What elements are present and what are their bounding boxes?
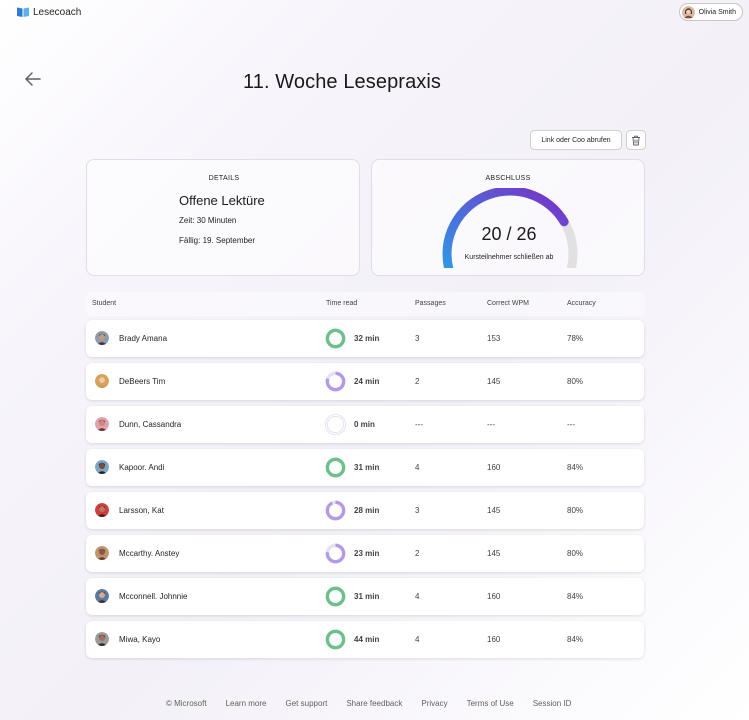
completion-caption: Kursteilnehmer schließen ab xyxy=(464,254,554,261)
time-progress-ring xyxy=(325,371,346,392)
accuracy-value: 80% xyxy=(567,506,584,515)
table-row[interactable]: Brady Amana 32 min 3 153 78% xyxy=(86,320,644,357)
time-progress-ring xyxy=(325,543,346,564)
student-avatar xyxy=(95,546,109,560)
accuracy-value: 78% xyxy=(567,334,584,343)
table-row[interactable]: Mccarthy. Anstey 23 min 2 145 80% xyxy=(86,535,644,572)
time-progress-ring xyxy=(324,413,347,436)
student-avatar xyxy=(95,503,109,517)
time-progress-ring xyxy=(325,500,346,521)
back-arrow-icon[interactable] xyxy=(24,70,42,88)
footer-link-terms[interactable]: Terms of Use xyxy=(467,699,514,708)
app-name: Lesecoach xyxy=(33,7,82,18)
passages-value: --- xyxy=(415,420,423,429)
correct-wpm-value: 160 xyxy=(487,463,501,472)
col-accuracy[interactable]: Accuracy xyxy=(567,300,596,307)
passages-value: 4 xyxy=(415,592,420,601)
table-row[interactable]: Larsson, Kat 28 min 3 145 80% xyxy=(86,492,644,529)
assignment-due-date: Fällig: 19. September xyxy=(179,236,256,245)
assignment-time: Zeit: 30 Minuten xyxy=(179,216,237,225)
footer-link-get-support[interactable]: Get support xyxy=(286,699,328,708)
passages-value: 4 xyxy=(415,635,420,644)
student-avatar xyxy=(95,460,109,474)
accuracy-value: --- xyxy=(567,420,575,429)
passages-value: 2 xyxy=(415,549,420,558)
delete-button[interactable] xyxy=(626,130,646,150)
table-row[interactable]: Miwa, Kayo 44 min 4 160 84% xyxy=(86,621,644,658)
time-read-value: 28 min xyxy=(354,506,380,515)
col-time-read[interactable]: Time read xyxy=(326,300,357,307)
user-account-button[interactable]: Olivia Smith xyxy=(678,3,743,21)
accuracy-value: 80% xyxy=(567,549,584,558)
completion-value: 20 / 26 xyxy=(481,224,537,244)
accuracy-value: 84% xyxy=(567,463,584,472)
passages-value: 3 xyxy=(415,334,420,343)
details-label: DETAILS xyxy=(208,175,240,182)
time-progress-ring xyxy=(325,328,346,349)
footer-link-session-id[interactable]: Session ID xyxy=(533,699,572,708)
assignment-type: Offene Lektüre xyxy=(179,193,265,208)
student-avatar xyxy=(95,331,109,345)
page-title: 11. Woche Lesepraxis xyxy=(243,71,442,93)
get-link-button[interactable]: Link oder Coo abrufen xyxy=(530,130,622,150)
footer-link-learn-more[interactable]: Learn more xyxy=(226,699,267,708)
table-header: Student Time read Passages Correct WPM A… xyxy=(86,292,645,316)
student-avatar xyxy=(95,589,109,603)
correct-wpm-value: 145 xyxy=(487,506,501,515)
user-name: Olivia Smith xyxy=(698,8,736,16)
passages-value: 4 xyxy=(415,463,420,472)
copyright: © Microsoft xyxy=(166,699,207,708)
trash-icon xyxy=(632,135,640,145)
completion-label: ABSCHLUSS xyxy=(485,175,531,182)
top-bar: Lesecoach Olivia Smith xyxy=(0,0,749,26)
time-read-value: 44 min xyxy=(354,635,380,644)
table-row[interactable]: Kapoor. Andi 31 min 4 160 84% xyxy=(86,449,644,486)
accuracy-value: 84% xyxy=(567,635,584,644)
correct-wpm-value: 145 xyxy=(487,377,501,386)
student-name: Brady Amana xyxy=(119,334,168,343)
correct-wpm-value: --- xyxy=(487,420,495,429)
student-name: Mcconnell. Johnnie xyxy=(119,592,188,601)
table-row[interactable]: Mcconnell. Johnnie 31 min 4 160 84% xyxy=(86,578,644,615)
correct-wpm-value: 153 xyxy=(487,334,501,343)
table-row[interactable]: Dunn, Cassandra 0 min --- --- --- xyxy=(86,406,644,443)
footer-link-privacy[interactable]: Privacy xyxy=(421,699,447,708)
completion-card: ABSCHLUSS 20 / 26 Kursteilnehmer schließ… xyxy=(371,159,645,276)
footer: © Microsoft Learn more Get support Share… xyxy=(166,699,571,708)
student-name: Larsson, Kat xyxy=(119,506,164,515)
col-student[interactable]: Student xyxy=(92,300,116,307)
user-avatar xyxy=(681,5,695,19)
correct-wpm-value: 145 xyxy=(487,549,501,558)
time-read-value: 24 min xyxy=(354,377,380,386)
time-read-value: 31 min xyxy=(354,463,380,472)
student-name: Mccarthy. Anstey xyxy=(119,549,180,558)
correct-wpm-value: 160 xyxy=(487,635,501,644)
student-name: DeBeers Tim xyxy=(119,377,166,386)
student-avatar xyxy=(95,632,109,646)
student-name: Kapoor. Andi xyxy=(119,463,165,472)
student-name: Miwa, Kayo xyxy=(119,635,161,644)
passages-value: 3 xyxy=(415,506,420,515)
footer-link-share-feedback[interactable]: Share feedback xyxy=(346,699,402,708)
time-progress-ring xyxy=(325,629,346,650)
accuracy-value: 84% xyxy=(567,592,584,601)
passages-value: 2 xyxy=(415,377,420,386)
correct-wpm-value: 160 xyxy=(487,592,501,601)
col-passages[interactable]: Passages xyxy=(415,300,446,307)
time-read-value: 0 min xyxy=(354,420,375,429)
time-read-value: 23 min xyxy=(354,549,380,558)
table-row[interactable]: DeBeers Tim 24 min 2 145 80% xyxy=(86,363,644,400)
time-read-value: 32 min xyxy=(354,334,380,343)
col-correct-wpm[interactable]: Correct WPM xyxy=(487,300,529,307)
time-progress-ring xyxy=(325,586,346,607)
student-avatar xyxy=(95,374,109,388)
time-progress-ring xyxy=(325,457,346,478)
accuracy-value: 80% xyxy=(567,377,584,386)
student-avatar xyxy=(95,417,109,431)
student-name: Dunn, Cassandra xyxy=(119,420,182,429)
time-read-value: 31 min xyxy=(354,592,380,601)
app-logo-icon xyxy=(17,7,29,17)
details-card: DETAILS Offene Lektüre Zeit: 30 Minuten … xyxy=(86,159,360,276)
